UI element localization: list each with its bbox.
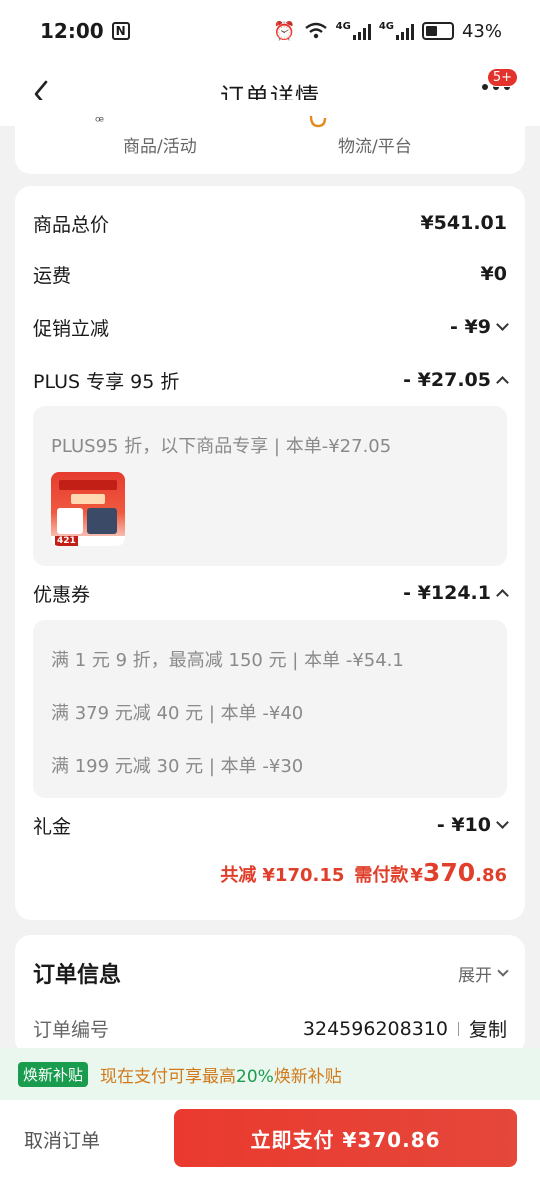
subsidy-banner[interactable]: 焕新补贴 现在支付可享最高20%焕新补贴	[0, 1048, 540, 1100]
price-detail-card: 商品总价 ¥541.01 运费 ¥0 促销立减 - ¥9 PLUS 专享 95 …	[15, 186, 525, 920]
goods-activity-icon: ꟹ	[95, 114, 105, 130]
shipping-row: 运费 ¥0	[33, 258, 507, 290]
subsidy-text-a: 现在支付可享最高	[100, 1066, 237, 1087]
need-pay-decimal: .86	[475, 865, 507, 886]
service-card: ꟹ 商品/活动 物流/平台	[15, 100, 525, 174]
gift-row[interactable]: 礼金 - ¥10	[33, 809, 509, 841]
nfc-icon: N	[111, 22, 130, 40]
plus-label: PLUS 专享 95 折	[33, 370, 180, 393]
subsidy-text: 现在支付可享最高20%焕新补贴	[100, 1062, 342, 1087]
need-pay-label: 需付款	[354, 865, 409, 886]
coupon-label: 优惠券	[33, 583, 91, 606]
chevron-down-icon	[496, 317, 509, 331]
logistics-icon	[309, 115, 327, 128]
logistics-platform-label[interactable]: 物流/平台	[338, 132, 412, 157]
copy-button[interactable]: 复制	[469, 1015, 507, 1042]
shipping-label: 运费	[33, 264, 72, 287]
expand-label: 展开	[458, 966, 492, 986]
goods-total-value: ¥541.01	[420, 212, 507, 234]
promo-value: - ¥9	[450, 316, 491, 338]
promo-label: 促销立减	[33, 317, 110, 340]
gift-value: - ¥10	[436, 814, 491, 836]
coupon-detail-item: 满 379 元减 40 元 | 本单 -¥40	[51, 703, 304, 724]
thumbnail-number: 421	[55, 536, 78, 546]
order-info-card: 订单信息 展开 订单编号 324596208310 复制	[15, 935, 525, 1055]
message-badge: 5+	[486, 68, 518, 87]
plus-detail-text: PLUS95 折，以下商品专享 | 本单-¥27.05	[51, 436, 392, 457]
plus-detail-panel: PLUS95 折，以下商品专享 | 本单-¥27.05 421	[33, 406, 507, 566]
plus-row[interactable]: PLUS 专享 95 折 - ¥27.05	[33, 364, 509, 396]
subsidy-text-b: 焕新补贴	[273, 1066, 342, 1087]
total-summary: 共减 ¥170.15 需付款 ¥ 370 .86	[220, 858, 507, 887]
shipping-value: ¥0	[480, 263, 507, 285]
subsidy-percent: 20%	[236, 1066, 274, 1087]
total-reduce-label: 共减	[220, 865, 257, 886]
promo-row[interactable]: 促销立减 - ¥9	[33, 311, 509, 343]
gift-label: 礼金	[33, 815, 72, 838]
battery-percent: 43%	[461, 20, 502, 42]
chevron-up-icon	[496, 375, 509, 389]
subsidy-tag: 焕新补贴	[18, 1061, 89, 1087]
expand-button[interactable]: 展开	[458, 961, 509, 986]
pay-now-button[interactable]: 立即支付 ¥370.86	[174, 1109, 517, 1167]
coupon-detail-item: 满 1 元 9 折，最高减 150 元 | 本单 -¥54.1	[51, 650, 404, 671]
chevron-down-icon	[496, 815, 509, 829]
signal-icon	[352, 22, 371, 40]
status-bar: 12:00 N ⏰ 4G 4G 43%	[0, 0, 540, 62]
total-reduce-value: ¥170.15	[262, 865, 345, 886]
signal-icon-2	[395, 22, 414, 40]
chevron-down-icon	[497, 964, 509, 977]
need-pay-symbol: ¥	[410, 865, 423, 886]
product-thumbnail[interactable]: 421	[51, 472, 125, 546]
goods-total-label: 商品总价	[33, 213, 110, 236]
cancel-order-button[interactable]: 取消订单	[24, 1126, 100, 1153]
need-pay-integer: 370	[422, 858, 476, 887]
goods-activity-label[interactable]: 商品/活动	[123, 132, 197, 157]
alarm-icon: ⏰	[273, 20, 296, 42]
battery-icon	[421, 22, 454, 40]
coupon-value: - ¥124.1	[403, 582, 491, 604]
coupon-detail-item: 满 199 元减 30 元 | 本单 -¥30	[51, 756, 304, 777]
divider	[457, 1021, 459, 1036]
coupon-detail-panel: 满 1 元 9 折，最高减 150 元 | 本单 -¥54.1 满 379 元减…	[33, 620, 507, 798]
order-info-title: 订单信息	[33, 963, 122, 988]
coupon-row[interactable]: 优惠券 - ¥124.1	[33, 577, 509, 609]
chevron-up-icon	[496, 588, 509, 602]
wifi-icon	[304, 22, 327, 39]
status-time: 12:00	[40, 19, 104, 43]
network-type-1: 4G	[335, 20, 351, 32]
order-number: 324596208310	[302, 1017, 448, 1040]
plus-value: - ¥27.05	[403, 369, 491, 391]
order-number-label: 订单编号	[33, 1019, 110, 1041]
bottom-bar: 取消订单 立即支付 ¥370.86	[0, 1100, 540, 1185]
goods-total-row: 商品总价 ¥541.01	[33, 207, 507, 239]
network-type-2: 4G	[378, 20, 394, 32]
